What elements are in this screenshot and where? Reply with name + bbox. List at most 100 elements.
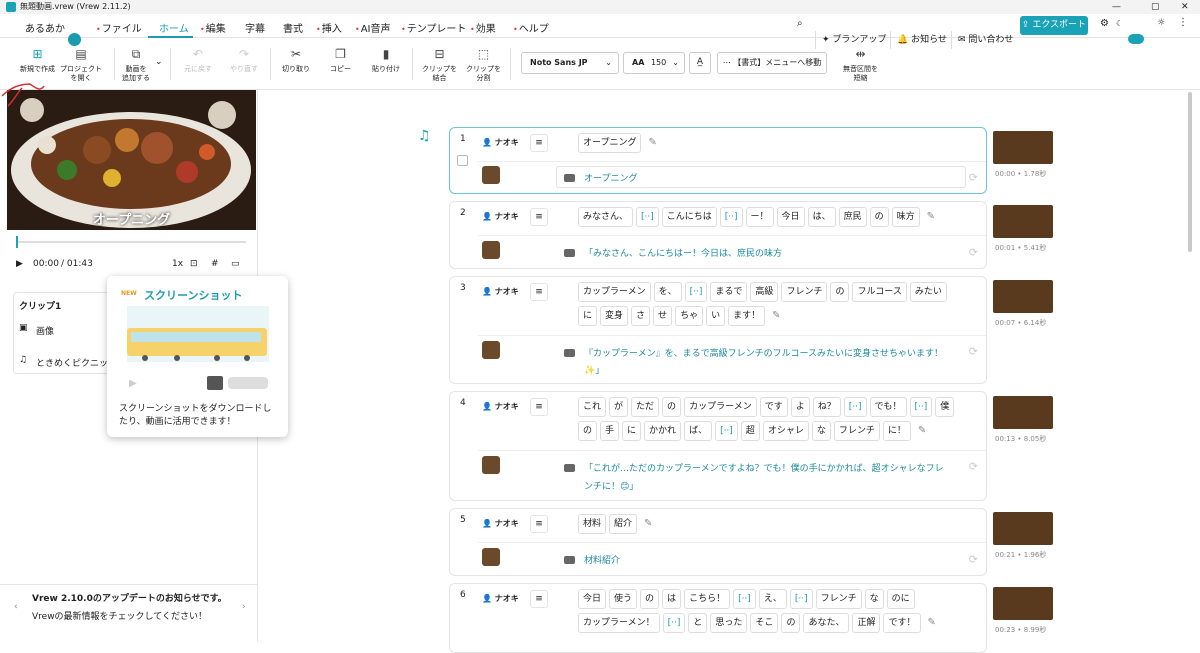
word-chip[interactable]: こんにちは (661, 207, 717, 227)
menu-effect[interactable]: •効果 (470, 20, 496, 35)
clip-preview-thumbnail[interactable] (993, 587, 1053, 620)
chevron-down-icon[interactable]: ⌄ (155, 58, 163, 67)
clip-row[interactable]: 5 👤 ナオキ ≡ 材料 紹介 ✎ 材料紹介 ⟳ (449, 508, 987, 576)
new-project-button[interactable]: ⊞ 新規で作成 (20, 48, 55, 74)
word-chip[interactable]: せ (653, 306, 673, 326)
word-chip[interactable]: ただ (631, 397, 660, 417)
refresh-icon[interactable]: ⟳ (969, 460, 978, 473)
word-chip[interactable]: 僕 (935, 397, 955, 417)
clip-row[interactable]: 1 👤 ナオキ ≡ オープニング ✎ オープニング ⟳ (449, 127, 987, 194)
subtitle-text-line2[interactable]: ンチに！😊」 (584, 479, 638, 492)
word-chip[interactable]: ー！ (745, 207, 774, 227)
clip-menu-button[interactable]: ≡ (530, 208, 548, 226)
word-chip[interactable]: 高級 (750, 282, 779, 302)
pencil-icon[interactable]: ✎ (928, 617, 936, 628)
close-button[interactable]: ✕ (1181, 0, 1189, 14)
export-button[interactable]: ⇪ エクスポート (1020, 16, 1088, 35)
word-chip[interactable]: の (869, 207, 889, 227)
play-icon[interactable]: ▶ (16, 259, 23, 269)
speed-button[interactable]: 1x (172, 259, 183, 269)
clip-row[interactable]: 2 👤 ナオキ ≡ みなさん、 [··] こんにちは [··] ー！ 今日 は、 庶民の味方 ✎… (449, 201, 987, 269)
subtitle-text[interactable]: オープニング (584, 171, 637, 184)
seek-handle[interactable] (16, 236, 18, 248)
music-note-icon[interactable]: ♫ (418, 128, 431, 144)
word-chip[interactable]: オープニング (578, 133, 642, 153)
grid-icon[interactable]: # (211, 259, 219, 269)
pause-chip[interactable]: [··] (684, 282, 708, 302)
open-project-button[interactable]: ▤ プロジェクト を開く (60, 48, 102, 83)
menu-format[interactable]: 書式 (283, 20, 303, 35)
word-chip[interactable]: に！ (882, 421, 911, 441)
word-chip[interactable]: ちゃ (675, 306, 704, 326)
word-chip[interactable]: 変身 (600, 306, 629, 326)
pause-chip[interactable]: [··] (843, 397, 867, 417)
screenshot-popup[interactable]: NEW スクリーンショット ▶ スクリーンショットをダウンロードしたり、動画に活… (107, 276, 288, 437)
speaker-label[interactable]: 👤 ナオキ (482, 593, 519, 604)
word-chip[interactable]: これ (578, 397, 607, 417)
word-chip[interactable]: フレンチ (815, 589, 862, 609)
word-chip[interactable]: の (781, 613, 801, 633)
word-chip[interactable]: 材料 (578, 514, 607, 534)
refresh-icon[interactable]: ⟳ (969, 345, 978, 358)
clip-menu-button[interactable]: ≡ (530, 134, 548, 152)
word-chip[interactable]: 今日 (776, 207, 805, 227)
speaker-label[interactable]: 👤 ナオキ (482, 518, 519, 529)
word-chip[interactable]: は (662, 589, 682, 609)
word-chip[interactable]: な (864, 589, 884, 609)
subtitle-text[interactable]: 『カップラーメン』を、まるで高級フレンチのフルコースみたいに変身させちゃいます！ (584, 346, 943, 359)
menu-template[interactable]: •テンプレート (401, 20, 466, 35)
word-chip[interactable]: の (640, 589, 660, 609)
pause-chip[interactable]: [··] (715, 421, 738, 441)
clip-checkbox[interactable] (457, 155, 468, 166)
pencil-icon[interactable]: ✎ (648, 137, 656, 148)
clip-thumbnail[interactable] (482, 341, 500, 359)
cut-button[interactable]: ✂ 切り取り (282, 48, 310, 74)
menu-subtitle[interactable]: 字幕 (245, 20, 265, 35)
screenshot-icon[interactable]: ⊡ (190, 259, 198, 269)
subtitle-text[interactable]: 材料紹介 (584, 553, 620, 566)
speaker-label[interactable]: 👤 ナオキ (482, 211, 519, 222)
word-chip[interactable]: な (811, 421, 831, 441)
subtitle-icon[interactable]: ▭ (231, 259, 240, 269)
speaker-label[interactable]: 👤 ナオキ (482, 401, 519, 412)
word-chip[interactable]: カップラーメン！ (578, 613, 660, 633)
clip-preview-thumbnail[interactable] (993, 512, 1053, 545)
word-chip[interactable]: を、 (653, 282, 682, 302)
pencil-icon[interactable]: ✎ (918, 425, 926, 436)
clip-menu-button[interactable]: ≡ (530, 398, 548, 416)
clip-menu-button[interactable]: ≡ (530, 590, 548, 608)
word-chip[interactable]: あなた、 (803, 613, 850, 633)
merge-clip-button[interactable]: ⊟ クリップを 結合 (422, 48, 457, 83)
user-name[interactable]: あるあか (25, 20, 65, 35)
clip-row[interactable]: 4 👤 ナオキ ≡ これがただのカップラーメン ですよね？ [··] でも！ [··] 僕… (449, 391, 987, 501)
menu-edit[interactable]: •編集 (200, 20, 226, 35)
clip-thumbnail[interactable] (482, 456, 500, 474)
clip-music-label[interactable]: ときめくピクニック (36, 356, 117, 369)
word-chip[interactable]: よ (790, 397, 810, 417)
word-chip[interactable]: 思った (710, 613, 748, 633)
pause-chip[interactable]: [··] (733, 589, 756, 609)
clip-thumbnail[interactable] (482, 241, 500, 259)
word-chip[interactable]: かかれ (644, 421, 682, 441)
text-color-button[interactable]: A̲ (689, 52, 711, 74)
word-chip[interactable]: 庶民 (838, 207, 867, 227)
clip-preview-thumbnail[interactable] (993, 280, 1053, 313)
news-banner[interactable]: ‹ Vrew 2.10.0のアップデートのお知らせです。 Vrewの最新情報をチ… (0, 584, 258, 642)
clip-preview-thumbnail[interactable] (993, 396, 1053, 429)
clip-menu-button[interactable]: ≡ (530, 283, 548, 301)
font-select[interactable]: Noto Sans JP ⌄ (521, 52, 619, 74)
word-chip[interactable]: カップラーメン (578, 282, 651, 302)
menu-file[interactable]: •ファイル (96, 20, 142, 35)
menu-insert[interactable]: •挿入 (316, 20, 342, 35)
word-chip[interactable]: フレンチ (781, 282, 828, 302)
word-chip[interactable]: が (609, 397, 629, 417)
word-chip[interactable]: 紹介 (609, 514, 638, 534)
word-chip[interactable]: でも！ (869, 397, 907, 417)
shorten-silence-button[interactable]: ⇹ 無音区間を 短縮 (843, 48, 878, 83)
word-chip[interactable]: ば、 (684, 421, 713, 441)
word-chip[interactable]: の (578, 421, 598, 441)
pencil-icon[interactable]: ✎ (927, 211, 935, 222)
pause-chip[interactable]: [··] (789, 589, 813, 609)
clip-image-label[interactable]: 画像 (36, 324, 54, 337)
clip-thumbnail[interactable] (482, 548, 500, 566)
